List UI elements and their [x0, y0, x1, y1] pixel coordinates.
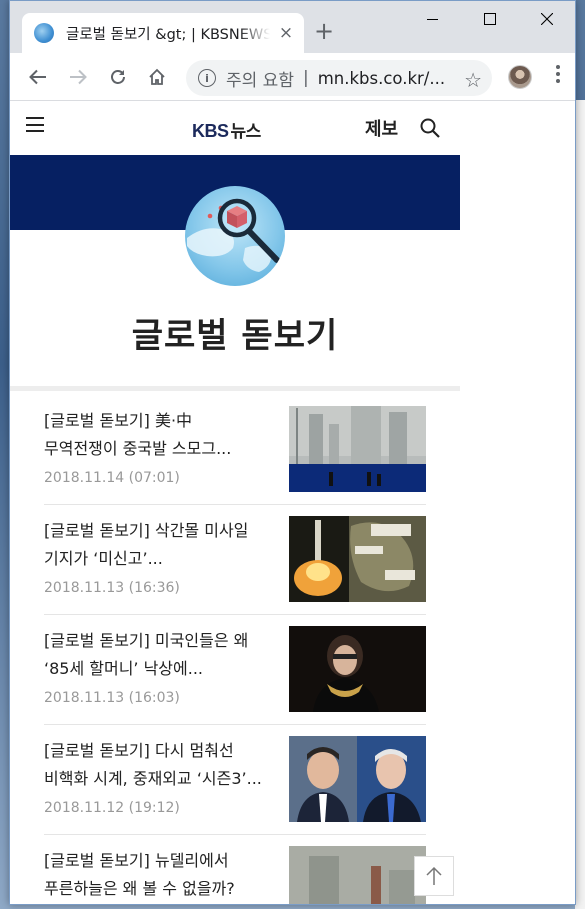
article-date: 2018.11.13 (16:03): [44, 690, 180, 706]
article-title[interactable]: [글로벌 돋보기] 뉴델리에서 푸른하늘은 왜 볼 수 없을까?: [44, 847, 280, 903]
browser-menu-icon[interactable]: [548, 65, 568, 83]
article-title[interactable]: [글로벌 돋보기] 美·中 무역전쟁이 중국발 스모그...: [44, 407, 280, 463]
hamburger-menu-icon[interactable]: [26, 117, 44, 132]
close-window-button[interactable]: [518, 1, 575, 37]
page-viewport: KBS 뉴스 제보 글로벌 돋보기 [글로벌 돋보기] 美·中 무역전쟁이 중국…: [10, 102, 575, 904]
background-window-edge: [575, 100, 585, 909]
article-list: [글로벌 돋보기] 美·中 무역전쟁이 중국발 스모그... 2018.11.14…: [44, 395, 426, 904]
article-text: [글로벌 돋보기] 미국인들은 왜 ‘85세 할머니’ 낙상에... 2018.1…: [44, 627, 280, 706]
site-header: KBS 뉴스 제보: [10, 102, 460, 155]
article-text: [글로벌 돋보기] 삭간몰 미사일 기지가 ‘미신고’... 2018.11.13…: [44, 517, 280, 596]
home-button[interactable]: [147, 67, 167, 87]
minimize-button[interactable]: [404, 1, 461, 37]
article-item[interactable]: [글로벌 돋보기] 미국인들은 왜 ‘85세 할머니’ 낙상에... 2018.1…: [44, 615, 426, 725]
security-warning: 주의 요함: [226, 70, 294, 91]
kbs-favicon-icon: [34, 23, 54, 43]
browser-toolbar: i 주의 요함 | mn.kbs.co.kr/... ☆: [10, 53, 575, 101]
article-item[interactable]: [글로벌 돋보기] 뉴델리에서 푸른하늘은 왜 볼 수 없을까?: [44, 835, 426, 904]
minimize-icon: [427, 18, 438, 20]
report-link[interactable]: 제보: [365, 115, 398, 141]
title-bar: 글로벌 돋보기 &gt; | KBSNEWS × +: [10, 1, 575, 53]
section-title: 글로벌 돋보기: [131, 316, 339, 356]
article-title[interactable]: [글로벌 돋보기] 미국인들은 왜 ‘85세 할머니’ 낙상에...: [44, 627, 280, 683]
forward-button[interactable]: [68, 67, 88, 87]
article-thumbnail[interactable]: [289, 516, 426, 602]
article-text: [글로벌 돋보기] 다시 멈춰선 비핵화 시계, 중재외교 ‘시즌3’... 20…: [44, 737, 280, 816]
tab-close-icon[interactable]: ×: [278, 23, 294, 43]
home-icon: [149, 68, 165, 85]
url-text: mn.kbs.co.kr/...: [317, 68, 446, 88]
kbs-mobile-site: KBS 뉴스 제보 글로벌 돋보기 [글로벌 돋보기] 美·中 무역전쟁이 중국…: [10, 102, 460, 904]
logo-main: KBS: [192, 121, 229, 141]
logo-sub: 뉴스: [230, 122, 262, 142]
kbs-news-logo[interactable]: KBS 뉴스: [192, 117, 261, 142]
article-item[interactable]: [글로벌 돋보기] 삭간몰 미사일 기지가 ‘미신고’... 2018.11.13…: [44, 505, 426, 615]
global-magnifier-icon: [185, 186, 285, 286]
section-divider: [10, 386, 460, 391]
omnibox-separator: |: [302, 68, 309, 88]
article-text: [글로벌 돋보기] 뉴델리에서 푸른하늘은 왜 볼 수 없을까?: [44, 847, 280, 904]
article-thumbnail[interactable]: [289, 736, 426, 822]
search-icon[interactable]: [420, 118, 440, 142]
close-icon: [540, 13, 553, 25]
article-thumbnail[interactable]: [289, 846, 426, 904]
tab-title: 글로벌 돋보기 &gt; | KBSNEWS: [66, 26, 270, 43]
back-arrow-icon: [29, 69, 46, 85]
maximize-button[interactable]: [461, 1, 518, 37]
address-bar[interactable]: i 주의 요함 | mn.kbs.co.kr/... ☆: [186, 60, 492, 96]
scroll-to-top-button[interactable]: [414, 856, 454, 896]
new-tab-button[interactable]: +: [314, 19, 334, 43]
bookmark-star-icon[interactable]: ☆: [464, 68, 482, 92]
info-icon[interactable]: i: [198, 69, 216, 87]
window-controls: [404, 1, 575, 37]
maximize-icon: [483, 13, 496, 25]
article-thumbnail[interactable]: [289, 406, 426, 492]
article-item[interactable]: [글로벌 돋보기] 美·中 무역전쟁이 중국발 스모그... 2018.11.14…: [44, 395, 426, 505]
profile-avatar[interactable]: [508, 65, 532, 89]
article-date: 2018.11.13 (16:36): [44, 580, 180, 596]
article-thumbnail[interactable]: [289, 626, 426, 712]
reload-button[interactable]: [108, 67, 128, 87]
article-title[interactable]: [글로벌 돋보기] 삭간몰 미사일 기지가 ‘미신고’...: [44, 517, 280, 573]
article-item[interactable]: [글로벌 돋보기] 다시 멈춰선 비핵화 시계, 중재외교 ‘시즌3’... 20…: [44, 725, 426, 835]
arrow-up-icon: [426, 866, 442, 885]
article-date: 2018.11.12 (19:12): [44, 800, 180, 816]
article-title[interactable]: [글로벌 돋보기] 다시 멈춰선 비핵화 시계, 중재외교 ‘시즌3’...: [44, 737, 280, 793]
browser-tab[interactable]: 글로벌 돋보기 &gt; | KBSNEWS ×: [22, 13, 304, 53]
forward-arrow-icon: [70, 69, 87, 85]
browser-window: 글로벌 돋보기 &gt; | KBSNEWS × + i 주의 요함 | mn.…: [9, 0, 576, 905]
back-button[interactable]: [28, 67, 48, 87]
reload-icon: [111, 70, 125, 84]
article-text: [글로벌 돋보기] 美·中 무역전쟁이 중국발 스모그... 2018.11.14…: [44, 407, 280, 486]
article-date: 2018.11.14 (07:01): [44, 470, 180, 486]
